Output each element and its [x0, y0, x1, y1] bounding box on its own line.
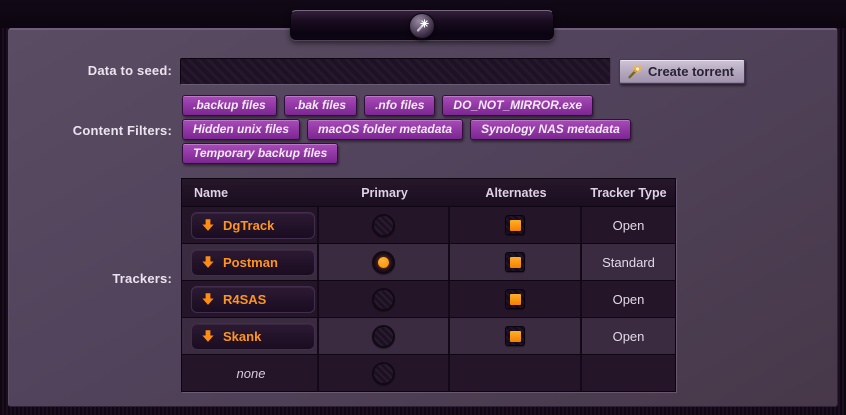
download-icon [201, 329, 215, 343]
create-torrent-label: Create torrent [648, 64, 734, 79]
alternates-checkbox[interactable] [505, 215, 525, 235]
tracker-name-button[interactable]: DgTrack [191, 212, 315, 239]
filter-chip[interactable]: macOS folder metadata [307, 119, 463, 140]
tracker-name-cell: Skank Skank [182, 318, 319, 354]
column-header-alternates: Alternates [450, 179, 582, 206]
checkbox-fill [510, 220, 521, 231]
primary-radio[interactable] [372, 251, 395, 274]
trackers-table-body: DgTrack DgTrack Open Postman Postman [182, 206, 675, 391]
tracker-row: Skank Skank Open [182, 317, 675, 354]
tracker-type-cell: Open [582, 281, 675, 317]
wand-icon [413, 17, 431, 35]
checkbox-fill [510, 294, 521, 305]
create-torrent-button[interactable]: Create torrent [619, 59, 745, 84]
trackers-table-header: Name Primary Alternates Tracker Type [182, 179, 675, 206]
alternates-cell [450, 281, 582, 317]
tracker-name-button[interactable]: Postman [191, 249, 315, 276]
alternates-cell [450, 355, 582, 391]
tracker-name-label: Postman [223, 255, 278, 270]
download-icon [201, 292, 215, 306]
tracker-row: DgTrack DgTrack Open [182, 206, 675, 243]
tracker-type-cell [582, 355, 675, 391]
alternates-checkbox[interactable] [505, 289, 525, 309]
tracker-row: none none [182, 354, 675, 391]
tracker-type: Standard [602, 255, 655, 270]
primary-radio[interactable] [372, 214, 395, 237]
tracker-none-label: none [191, 366, 311, 381]
wand-knob[interactable] [409, 13, 435, 39]
tracker-name-label: DgTrack [223, 218, 274, 233]
tracker-row: Postman Postman Standard [182, 243, 675, 280]
tracker-name-label: R4SAS [223, 292, 266, 307]
column-header-tracker-type: Tracker Type [582, 179, 675, 206]
column-header-primary: Primary [319, 179, 450, 206]
filter-chip[interactable]: Temporary backup files [182, 143, 338, 164]
wand-sparkle-icon [627, 64, 643, 80]
tracker-type-cell: Standard [582, 244, 675, 280]
tracker-type-cell: Open [582, 318, 675, 354]
tracker-type: Open [613, 329, 645, 344]
tracker-name-cell: R4SAS R4SAS [182, 281, 319, 317]
primary-cell [319, 244, 450, 280]
primary-radio[interactable] [372, 362, 395, 385]
primary-cell [319, 281, 450, 317]
content-filters-label: Content Filters: [0, 123, 172, 138]
alternates-checkbox[interactable] [505, 252, 525, 272]
content-filters-chips: .backup files .bak files .nfo files DO_NOT_… [182, 95, 652, 164]
alternates-cell [450, 244, 582, 280]
filter-chip[interactable]: Hidden unix files [182, 119, 300, 140]
primary-radio[interactable] [372, 325, 395, 348]
filter-chip[interactable]: DO_NOT_MIRROR.exe [442, 95, 593, 116]
primary-cell [319, 207, 450, 243]
data-to-seed-label: Data to seed: [0, 63, 172, 78]
filter-chip[interactable]: .backup files [182, 95, 277, 116]
alternates-checkbox[interactable] [505, 326, 525, 346]
column-header-name: Name [182, 179, 319, 206]
tracker-type: Open [613, 292, 645, 307]
alternates-cell [450, 318, 582, 354]
tracker-name-button[interactable]: R4SAS [191, 286, 315, 313]
filter-chip[interactable]: .bak files [284, 95, 357, 116]
trackers-label: Trackers: [0, 271, 172, 286]
tracker-name-cell: none none [182, 355, 319, 391]
checkbox-fill [510, 331, 521, 342]
wizard-tab[interactable] [290, 10, 554, 40]
tracker-name-label: Skank [223, 329, 261, 344]
tracker-type-cell: Open [582, 207, 675, 243]
trackers-table: Name Primary Alternates Tracker Type DgT… [181, 178, 676, 392]
filter-chip[interactable]: Synology NAS metadata [470, 119, 631, 140]
filter-chip[interactable]: .nfo files [364, 95, 435, 116]
checkbox-fill [510, 257, 521, 268]
tracker-name-button[interactable]: Skank [191, 323, 315, 350]
alternates-cell [450, 207, 582, 243]
tracker-name-cell: DgTrack DgTrack [182, 207, 319, 243]
primary-cell [319, 355, 450, 391]
tracker-row: R4SAS R4SAS Open [182, 280, 675, 317]
download-icon [201, 255, 215, 269]
primary-radio[interactable] [372, 288, 395, 311]
tracker-name-cell: Postman Postman [182, 244, 319, 280]
tracker-type: Open [613, 218, 645, 233]
primary-cell [319, 318, 450, 354]
data-to-seed-input[interactable] [180, 58, 611, 85]
download-icon [201, 218, 215, 232]
